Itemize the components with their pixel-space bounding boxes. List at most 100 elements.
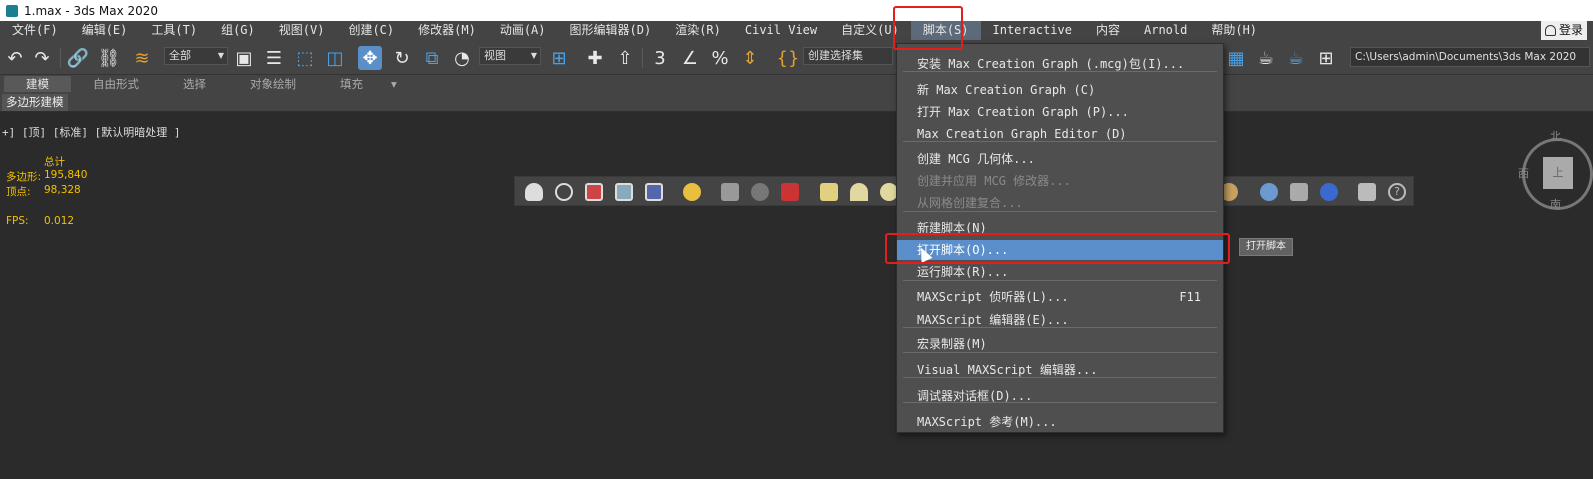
script-menu-item[interactable]: 运行脚本(R)... bbox=[897, 262, 1223, 282]
login-button[interactable]: 登录 bbox=[1540, 21, 1587, 40]
angle-snap-icon[interactable]: ∠ bbox=[678, 46, 702, 70]
menu-item[interactable]: 组(G) bbox=[209, 21, 267, 40]
menu-item[interactable]: 修改器(M) bbox=[406, 21, 488, 40]
menu-item[interactable]: 内容 bbox=[1084, 21, 1132, 40]
undo-icon[interactable]: ↶ bbox=[3, 46, 27, 70]
material-editor-icon[interactable] bbox=[585, 183, 603, 201]
link-icon[interactable]: 🔗 bbox=[66, 46, 90, 70]
percent-snap-icon[interactable]: % bbox=[708, 46, 732, 70]
viewcube-face[interactable]: 上 bbox=[1543, 157, 1573, 189]
menu-item[interactable]: 创建(C) bbox=[336, 21, 406, 40]
render-in-cloud-icon[interactable]: ⊞ bbox=[1314, 46, 1338, 70]
menu-item[interactable]: Arnold bbox=[1132, 21, 1199, 40]
script-menu-item[interactable]: MAXScript 编辑器(E)... bbox=[897, 310, 1223, 330]
viewport-label[interactable]: +] [顶] [标准] [默认明暗处理 ] bbox=[2, 124, 180, 140]
menu-item[interactable]: 视图(V) bbox=[267, 21, 337, 40]
script-menu-item-label: 运行脚本(R)... bbox=[917, 265, 1009, 279]
light-icon[interactable] bbox=[683, 183, 701, 201]
select-rotate-icon[interactable]: ↻ bbox=[390, 46, 414, 70]
script-menu-item[interactable]: 新 Max Creation Graph (C) bbox=[897, 80, 1223, 100]
select-scale-icon[interactable]: ⧉ bbox=[420, 46, 444, 70]
reference-coord-dropdown[interactable]: 视图 ▼ bbox=[479, 47, 541, 65]
help-icon[interactable]: ? bbox=[1388, 183, 1406, 201]
render-production-icon[interactable]: ☕ bbox=[1284, 46, 1308, 70]
bind-space-warp-icon[interactable]: ≋ bbox=[130, 46, 154, 70]
viewcube-south: 南 bbox=[1550, 198, 1561, 211]
script-menu-item: 从网格创建复合... bbox=[897, 193, 1223, 213]
ribbon-tab[interactable]: 对象绘制 bbox=[228, 76, 318, 92]
cloud-icon[interactable] bbox=[555, 183, 573, 201]
menu-item[interactable]: 图形编辑器(D) bbox=[558, 21, 664, 40]
select-move-icon[interactable]: ✥ bbox=[358, 46, 382, 70]
rendered-frame-icon[interactable]: ☕ bbox=[1254, 46, 1278, 70]
script-menu-item-label: Max Creation Graph Editor (D) bbox=[917, 127, 1127, 141]
dome-icon[interactable] bbox=[850, 183, 868, 201]
ribbon-tab[interactable]: 选择 bbox=[161, 76, 228, 92]
render-window-icon[interactable] bbox=[645, 183, 663, 201]
script-menu-item-label: 新建脚本(N) bbox=[917, 221, 987, 235]
script-menu-item[interactable]: 新建脚本(N) bbox=[897, 218, 1223, 238]
edit-named-selection-icon[interactable]: {} bbox=[776, 46, 800, 70]
named-selection-dropdown[interactable]: 创建选择集 bbox=[803, 47, 893, 65]
project-path-field[interactable]: C:\Users\admin\Documents\3ds Max 2020 bbox=[1350, 47, 1590, 67]
menu-item[interactable]: 文件(F) bbox=[0, 21, 70, 40]
polygon-modeling-tab[interactable]: 多边形建模 bbox=[2, 94, 68, 111]
render-setup-icon[interactable]: ▦ bbox=[1224, 46, 1248, 70]
environment-icon[interactable] bbox=[751, 183, 769, 201]
menu-item[interactable]: 脚本(S) bbox=[910, 21, 981, 40]
menu-item[interactable]: Interactive bbox=[981, 21, 1084, 40]
script-menu-item-label: 打开 Max Creation Graph (P)... bbox=[917, 105, 1129, 119]
script-menu-item[interactable]: 打开 Max Creation Graph (P)... bbox=[897, 102, 1223, 122]
select-manipulate-icon[interactable]: ✚ bbox=[583, 46, 607, 70]
select-object-icon[interactable]: ▣ bbox=[232, 46, 256, 70]
script-menu-item[interactable]: Max Creation Graph Editor (D) bbox=[897, 124, 1223, 144]
chevron-down-icon: ▼ bbox=[217, 51, 224, 60]
menu-item[interactable]: Civil View bbox=[733, 21, 829, 40]
menu-item[interactable]: 编辑(E) bbox=[70, 21, 140, 40]
viewport-top[interactable]: +] [顶] [标准] [默认明暗处理 ] 总计 多边形: 195,840 顶点… bbox=[0, 112, 1593, 479]
unlink-icon[interactable]: ⛓ bbox=[97, 46, 121, 70]
keyboard-shortcut-toggle-icon[interactable]: ⇧ bbox=[613, 46, 637, 70]
menu-item[interactable]: 动画(A) bbox=[488, 21, 558, 40]
ribbon-tab[interactable]: 建模 bbox=[4, 76, 71, 92]
material-assign-icon[interactable] bbox=[1290, 183, 1308, 201]
menu-item[interactable]: 帮助(H) bbox=[1199, 21, 1269, 40]
snap-toggle-icon[interactable]: 3 bbox=[648, 46, 672, 70]
script-menu-item[interactable]: 安装 Max Creation Graph (.mcg)包(I)... bbox=[897, 54, 1223, 74]
script-menu-item[interactable]: Visual MAXScript 编辑器... bbox=[897, 360, 1223, 380]
menu-item[interactable]: 自定义(U) bbox=[829, 21, 911, 40]
ribbon-options-icon[interactable]: ▾ bbox=[385, 76, 403, 92]
render-icon[interactable] bbox=[615, 183, 633, 201]
shortcut-label: F11 bbox=[1179, 290, 1201, 304]
script-menu-item[interactable]: MAXScript 侦听器(L)... F11 bbox=[897, 287, 1223, 307]
script-menu-item-label: 创建并应用 MCG 修改器... bbox=[917, 174, 1071, 188]
menu-item[interactable]: 渲染(R) bbox=[663, 21, 733, 40]
pivot-center-icon[interactable]: ⊞ bbox=[547, 46, 571, 70]
window-crossing-icon[interactable]: ◫ bbox=[323, 46, 347, 70]
redo-icon[interactable]: ↷ bbox=[30, 46, 54, 70]
spinner-snap-icon[interactable]: ⇕ bbox=[738, 46, 762, 70]
script-menu-item[interactable]: 调试器对话框(D)... bbox=[897, 386, 1223, 406]
menu-item[interactable]: 工具(T) bbox=[139, 21, 209, 40]
select-by-name-icon[interactable]: ☰ bbox=[262, 46, 286, 70]
ribbon-tab[interactable]: 自由形式 bbox=[71, 76, 161, 92]
select-place-icon[interactable]: ◔ bbox=[450, 46, 474, 70]
verts-value: 98,328 bbox=[44, 184, 81, 196]
settings-panel-icon[interactable] bbox=[1358, 183, 1376, 201]
selection-filter-dropdown[interactable]: 全部 ▼ bbox=[164, 47, 228, 65]
script-menu-item[interactable]: 创建 MCG 几何体... bbox=[897, 149, 1223, 169]
plane-icon[interactable] bbox=[820, 183, 838, 201]
viewcube-face-label: 上 bbox=[1552, 166, 1564, 179]
script-menu-item-label: 从网格创建复合... bbox=[917, 196, 1023, 210]
shader-sphere-icon[interactable] bbox=[1260, 183, 1278, 201]
rectangular-selection-icon[interactable]: ⬚ bbox=[293, 46, 317, 70]
teapot-icon[interactable] bbox=[525, 183, 543, 201]
camera-icon[interactable] bbox=[721, 183, 739, 201]
script-menu-item[interactable]: 打开脚本(O)... bbox=[897, 240, 1223, 260]
app-window: 1.max - 3ds Max 2020 文件(F) 编辑(E) 工具(T) 组(G)… bbox=[0, 0, 1593, 479]
script-menu-item[interactable]: 宏录制器(M) bbox=[897, 334, 1223, 354]
material-sphere-icon[interactable] bbox=[1320, 183, 1338, 201]
script-menu-item[interactable]: MAXScript 参考(M)... bbox=[897, 412, 1223, 432]
ribbon-tab[interactable]: 填充 bbox=[318, 76, 385, 92]
video-camera-icon[interactable] bbox=[781, 183, 799, 201]
